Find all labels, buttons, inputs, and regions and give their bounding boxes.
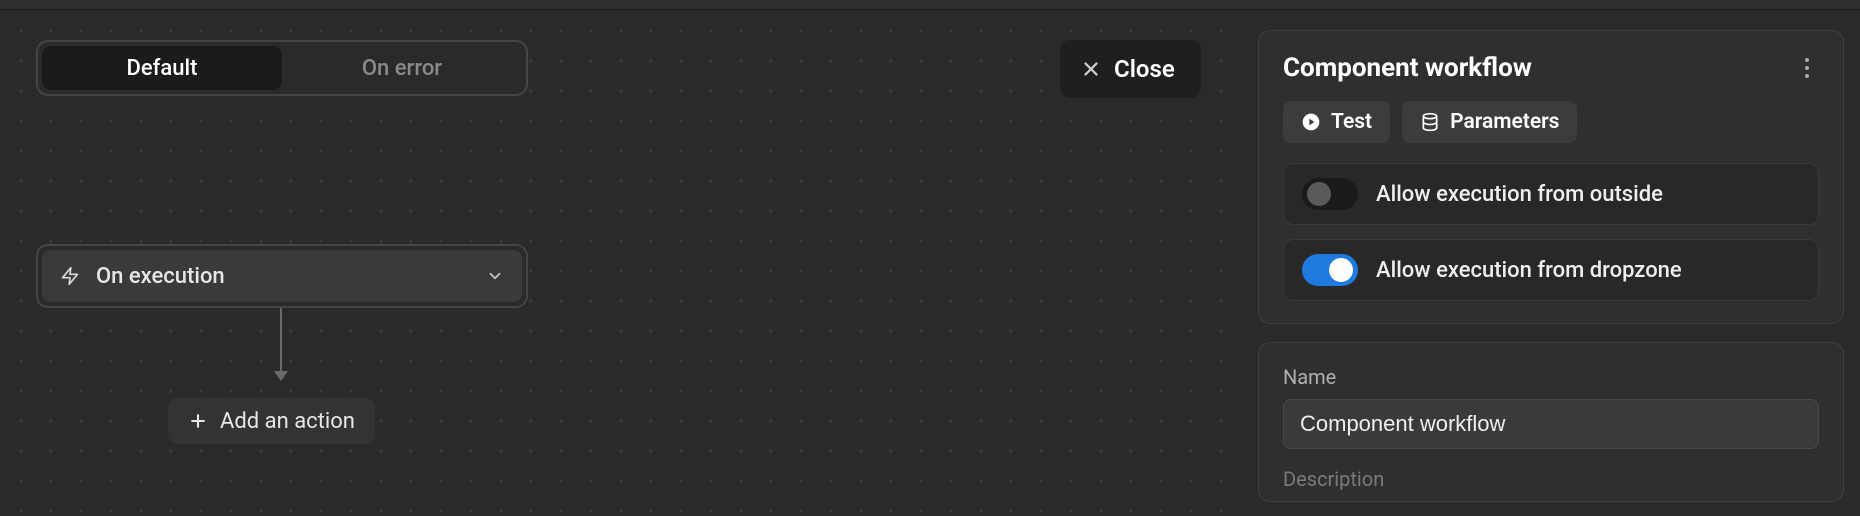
close-icon: [1080, 58, 1102, 80]
close-label: Close: [1114, 55, 1175, 83]
add-action-button[interactable]: Add an action: [168, 398, 375, 444]
workflow-canvas[interactable]: Default On error On execution: [0, 10, 1245, 516]
action-chips: Test Parameters: [1283, 101, 1819, 143]
test-label: Test: [1331, 110, 1372, 134]
close-button[interactable]: Close: [1060, 40, 1201, 98]
parameters-label: Parameters: [1450, 110, 1559, 134]
toggle-row-outside: Allow execution from outside: [1283, 163, 1819, 225]
trigger-inner: On execution: [42, 250, 522, 302]
toggle-row-dropzone: Allow execution from dropzone: [1283, 239, 1819, 301]
lightning-icon: [60, 264, 80, 288]
database-icon: [1420, 112, 1440, 132]
toggle-dropzone-label: Allow execution from dropzone: [1376, 258, 1682, 283]
panel-title: Component workflow: [1283, 53, 1532, 83]
tab-on-error-label: On error: [362, 56, 442, 81]
toggle-allow-dropzone[interactable]: [1302, 254, 1358, 286]
test-button[interactable]: Test: [1283, 101, 1390, 143]
play-circle-icon: [1301, 112, 1321, 132]
add-action-label: Add an action: [220, 409, 355, 434]
trigger-label: On execution: [96, 264, 225, 289]
name-card: Name Description: [1258, 342, 1844, 502]
toggle-allow-outside[interactable]: [1302, 178, 1358, 210]
parameters-button[interactable]: Parameters: [1402, 101, 1577, 143]
workflow-tab-switcher: Default On error: [36, 40, 528, 96]
name-input[interactable]: [1283, 399, 1819, 449]
connector-line: [280, 308, 282, 380]
chevron-down-icon[interactable]: [486, 267, 504, 285]
more-menu-icon[interactable]: [1795, 56, 1819, 80]
description-field-label: Description: [1283, 467, 1819, 491]
toggle-outside-label: Allow execution from outside: [1376, 182, 1663, 207]
workflow-header-card: Component workflow Test: [1258, 30, 1844, 324]
tab-on-error[interactable]: On error: [282, 46, 522, 90]
properties-panel: Component workflow Test: [1258, 30, 1844, 502]
app-topbar: [0, 0, 1860, 10]
tab-default[interactable]: Default: [42, 46, 282, 90]
trigger-node[interactable]: On execution: [36, 244, 528, 308]
card-header: Component workflow: [1283, 53, 1819, 83]
plus-icon: [188, 411, 208, 431]
tab-default-label: Default: [127, 56, 198, 81]
name-field-label: Name: [1283, 365, 1819, 389]
